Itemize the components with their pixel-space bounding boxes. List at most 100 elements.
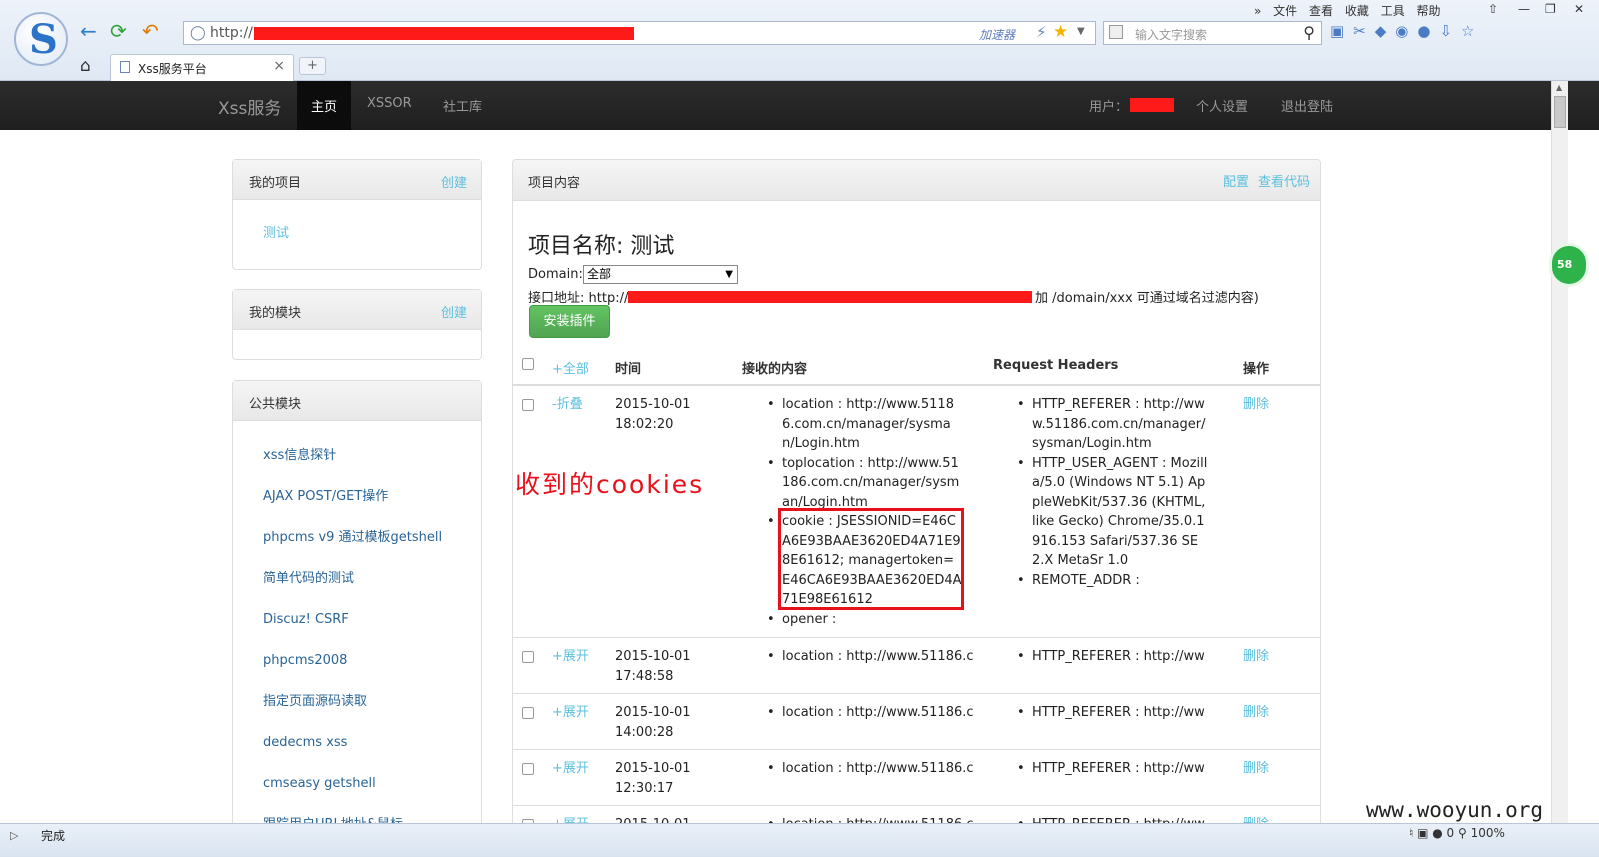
restore-icon[interactable]: ❐ bbox=[1545, 2, 1556, 16]
row-checkbox[interactable] bbox=[522, 651, 534, 663]
module-item[interactable]: 指定页面源码读取 bbox=[233, 681, 481, 722]
nav-home[interactable]: 主页 bbox=[297, 81, 352, 130]
menu-favorites[interactable]: 收藏 bbox=[1345, 4, 1369, 18]
address-bar[interactable]: ◯ http:// 加速器 ⚡ ★ ▼ bbox=[183, 21, 1096, 45]
nav-social-db[interactable]: 社工库 bbox=[443, 96, 482, 115]
api-hint: 加 /domain/xxx 可通过域名过滤内容) bbox=[1035, 291, 1259, 306]
search-box[interactable]: 输入文字搜索 ⚲ bbox=[1103, 21, 1322, 45]
close-window-icon[interactable]: ✕ bbox=[1574, 2, 1584, 16]
menu-view[interactable]: 查看 bbox=[1309, 4, 1333, 18]
nav-user-label: 用户： bbox=[1089, 100, 1129, 115]
delete-link[interactable]: 删除 bbox=[1243, 703, 1269, 723]
received-content-list: location : http://www.51186.c bbox=[767, 759, 974, 779]
create-module-link[interactable]: 创建 bbox=[441, 302, 467, 321]
my-modules-title: 我的模块 bbox=[249, 306, 302, 321]
browser-chrome: S ← ⟳ ↶ ◯ http:// 加速器 ⚡ ★ ▼ 输入文字搜索 ⚲ ▣✂◆… bbox=[0, 0, 1599, 81]
search-placeholder: 输入文字搜索 bbox=[1135, 28, 1208, 42]
skin-icon[interactable]: ⇧ bbox=[1488, 2, 1498, 16]
lightning-icon[interactable]: ⚡ bbox=[1036, 23, 1047, 41]
install-plugin-button[interactable]: 安装插件 bbox=[529, 305, 610, 338]
module-item[interactable]: cmseasy getshell bbox=[233, 763, 481, 804]
tab-close-icon[interactable]: × bbox=[273, 58, 285, 74]
module-item[interactable]: phpcms2008 bbox=[233, 640, 481, 681]
row-date: 2015-10-01 bbox=[615, 397, 691, 412]
expand-link[interactable]: +展开 bbox=[552, 647, 589, 667]
menu-more[interactable]: » bbox=[1254, 4, 1261, 18]
module-item[interactable]: xss信息探针 bbox=[233, 435, 481, 476]
vertical-scrollbar[interactable]: ▲ bbox=[1551, 81, 1568, 823]
tab-title: Xss服务平台 bbox=[138, 62, 207, 76]
scroll-up-icon[interactable]: ▲ bbox=[1556, 83, 1562, 92]
row-date: 2015-10-01 bbox=[615, 705, 691, 720]
status-icons[interactable]: ♮ ▣ ● 0 ⚲ 100% bbox=[1409, 826, 1505, 840]
module-item[interactable]: Discuz! CSRF bbox=[233, 599, 481, 640]
zoom-level[interactable]: 100% bbox=[1471, 826, 1505, 840]
collapse-link[interactable]: -折叠 bbox=[552, 395, 583, 415]
search-icon[interactable]: ⚲ bbox=[1303, 23, 1315, 42]
expand-link[interactable]: +展开 bbox=[552, 703, 589, 723]
new-tab-button[interactable]: + bbox=[299, 57, 326, 75]
delete-link[interactable]: 删除 bbox=[1243, 647, 1269, 667]
row-time: 18:02:20 bbox=[615, 417, 674, 432]
row-time: 14:00:28 bbox=[615, 725, 674, 740]
accelerator-label[interactable]: 加速器 bbox=[979, 26, 1015, 43]
header-user-agent: HTTP_USER_AGENT : Mozilla/5.0 (Windows N… bbox=[1017, 454, 1212, 571]
menu-file[interactable]: 文件 bbox=[1273, 4, 1297, 18]
content-location: location : http://www.51186.c bbox=[767, 703, 974, 723]
domain-label: Domain: bbox=[528, 267, 583, 282]
received-content-list: location : http://www.51186.c bbox=[767, 703, 974, 723]
create-project-link[interactable]: 创建 bbox=[441, 172, 467, 191]
nav-xssor[interactable]: XSSOR bbox=[367, 96, 412, 111]
site-navbar: Xss服务 主页 XSSOR 社工库 用户： 个人设置 退出登陆 bbox=[0, 81, 1599, 130]
undo-icon[interactable]: ↶ bbox=[142, 21, 159, 41]
request-headers-list: HTTP_REFERER : http://ww bbox=[1017, 759, 1212, 779]
delete-link[interactable]: 删除 bbox=[1243, 395, 1269, 415]
tab-row: ⌂ Xss服务平台 × + bbox=[0, 53, 1599, 81]
expand-link[interactable]: +展开 bbox=[552, 759, 589, 779]
content-location: location : http://www.51186.com.cn/manag… bbox=[767, 395, 962, 454]
content-location: location : http://www.51186.c bbox=[767, 759, 974, 779]
expand-all-link[interactable]: +全部 bbox=[552, 358, 589, 377]
module-item[interactable]: dedecms xss bbox=[233, 722, 481, 763]
project-item[interactable]: 测试 bbox=[233, 213, 481, 254]
module-item[interactable]: phpcms v9 通过模板getshell bbox=[233, 517, 481, 558]
address-text: http:// bbox=[210, 25, 253, 41]
row-checkbox[interactable] bbox=[522, 707, 534, 719]
site-brand[interactable]: Xss服务 bbox=[218, 94, 281, 119]
search-engine-icon[interactable] bbox=[1109, 25, 1123, 39]
header-referer: HTTP_REFERER : http://www.51186.com.cn/m… bbox=[1017, 395, 1212, 454]
scroll-thumb[interactable] bbox=[1554, 96, 1566, 128]
floating-badge[interactable]: 58 bbox=[1549, 243, 1589, 287]
config-link[interactable]: 配置 bbox=[1223, 171, 1249, 190]
row-time: 12:30:17 bbox=[615, 781, 674, 796]
sidebar-toggle-icon[interactable]: ▷ bbox=[10, 829, 18, 842]
row-checkbox[interactable] bbox=[522, 399, 534, 411]
favorite-star-icon[interactable]: ★ bbox=[1053, 22, 1068, 42]
col-action: 操作 bbox=[1243, 362, 1270, 377]
nav-logout[interactable]: 退出登陆 bbox=[1281, 96, 1333, 115]
user-redaction bbox=[1130, 98, 1174, 112]
menu-tools[interactable]: 工具 bbox=[1381, 4, 1405, 18]
row-time: 17:48:58 bbox=[615, 669, 674, 684]
domain-select-value: 全部 bbox=[587, 267, 612, 281]
back-icon[interactable]: ← bbox=[80, 21, 97, 41]
minimize-icon[interactable]: — bbox=[1518, 2, 1530, 16]
delete-link[interactable]: 删除 bbox=[1243, 759, 1269, 779]
my-modules-panel: 我的模块 创建 bbox=[232, 289, 482, 360]
header-remote-addr: REMOTE_ADDR : bbox=[1017, 571, 1212, 591]
domain-select[interactable]: 全部 ▼ bbox=[583, 265, 738, 284]
home-icon[interactable]: ⌂ bbox=[80, 56, 91, 76]
toolbar-icons[interactable]: ▣✂◆◉●⇩☆ bbox=[1330, 22, 1483, 40]
menu-help[interactable]: 帮助 bbox=[1417, 4, 1441, 18]
refresh-icon[interactable]: ⟳ bbox=[110, 21, 127, 41]
chevron-down-icon[interactable]: ▼ bbox=[1077, 26, 1085, 37]
row-checkbox[interactable] bbox=[522, 763, 534, 775]
select-all-checkbox[interactable] bbox=[522, 358, 534, 370]
shield-icon: ◯ bbox=[190, 25, 206, 41]
tab-xss-platform[interactable]: Xss服务平台 × bbox=[110, 54, 294, 81]
view-code-link[interactable]: 查看代码 bbox=[1258, 171, 1310, 190]
header-referer: HTTP_REFERER : http://ww bbox=[1017, 759, 1212, 779]
module-item[interactable]: 简单代码的测试 bbox=[233, 558, 481, 599]
module-item[interactable]: AJAX POST/GET操作 bbox=[233, 476, 481, 517]
nav-settings[interactable]: 个人设置 bbox=[1196, 96, 1248, 115]
